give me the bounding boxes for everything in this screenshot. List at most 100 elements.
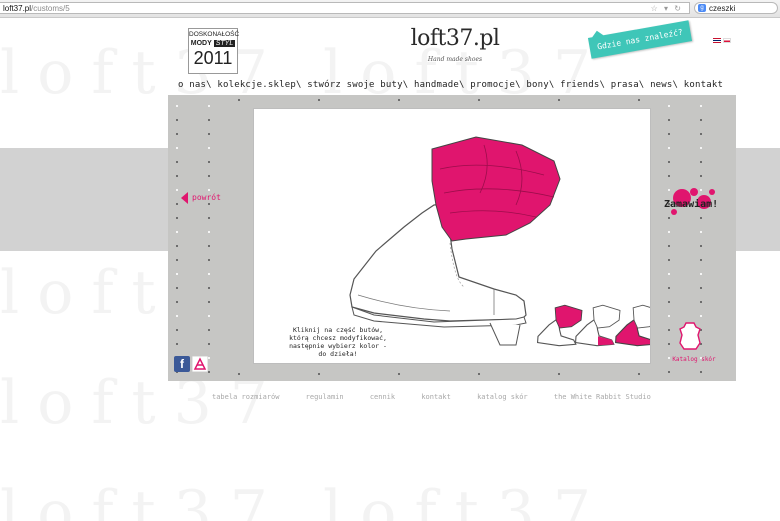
rivet	[700, 105, 702, 107]
rivet	[668, 343, 670, 345]
browser-search-input[interactable]: g czeszki	[694, 2, 778, 14]
leather-catalog-link[interactable]: Katalog skór	[664, 356, 724, 363]
rivet	[638, 373, 640, 375]
rivet	[176, 273, 178, 275]
badge-line2: MODY STYL	[190, 40, 236, 47]
footer-link-studio[interactable]: the White Rabbit Studio	[554, 393, 651, 401]
footer-links: tabela rozmiarów regulamin cennik kontak…	[212, 393, 712, 401]
star-icon[interactable]: ☆ ▾ ↻	[651, 3, 683, 15]
thumbnail-body[interactable]	[614, 304, 661, 347]
rivet	[176, 203, 178, 205]
rivet	[668, 175, 670, 177]
rivet	[208, 133, 210, 135]
customizer-hint: Kliknij na część butów, którą chcesz mod…	[274, 326, 402, 358]
location-tag-button[interactable]: Gdzie nas znaleźć?	[587, 20, 693, 59]
rivet	[176, 287, 178, 289]
nav-item-kontakt[interactable]: kontakt	[684, 80, 723, 90]
rivet	[398, 373, 400, 375]
nav-item-handmade[interactable]: handmade\	[414, 80, 465, 90]
rivet	[176, 231, 178, 233]
site-logo[interactable]: loft37.pl	[405, 26, 505, 51]
rivet	[208, 301, 210, 303]
rivet	[176, 175, 178, 177]
rivet	[700, 231, 702, 233]
rivet	[208, 357, 210, 359]
footer-link-pricing[interactable]: cennik	[370, 393, 395, 401]
rivet	[208, 217, 210, 219]
rivet	[700, 119, 702, 121]
nav-item-promocje[interactable]: promocje\	[470, 80, 521, 90]
google-icon: g	[698, 4, 706, 12]
rivet	[176, 259, 178, 261]
rivet	[668, 147, 670, 149]
browser-toolbar: loft37.pl/customs/5 ☆ ▾ ↻ g czeszki	[0, 0, 780, 18]
order-button[interactable]: Zamawiam!	[664, 199, 718, 210]
footer-link-contact[interactable]: kontakt	[421, 393, 451, 401]
rivet	[208, 245, 210, 247]
rivet	[668, 301, 670, 303]
language-switch	[713, 38, 733, 57]
nav-item-prasa[interactable]: prasa\	[611, 80, 645, 90]
nav-item-bony[interactable]: bony\	[526, 80, 554, 90]
rivet	[208, 315, 210, 317]
rivet	[668, 161, 670, 163]
back-arrow-icon[interactable]	[181, 192, 188, 204]
polish-flag-icon[interactable]	[723, 38, 731, 43]
rivet	[176, 217, 178, 219]
nav-item-news[interactable]: news\	[650, 80, 678, 90]
logo-tagline: Hand made shoes	[427, 56, 483, 63]
rivet	[700, 133, 702, 135]
rivet	[208, 175, 210, 177]
rivet	[208, 147, 210, 149]
rivet	[668, 231, 670, 233]
rivet	[478, 373, 480, 375]
rivet	[176, 189, 178, 191]
rivet	[176, 133, 178, 135]
rivet	[208, 287, 210, 289]
boot-illustration[interactable]	[254, 109, 661, 363]
footer-link-terms[interactable]: regulamin	[306, 393, 344, 401]
rivet	[208, 189, 210, 191]
nasza-klasa-icon[interactable]	[192, 356, 208, 372]
footer-link-leather[interactable]: katalog skór	[477, 393, 528, 401]
nav-item-kolekcje[interactable]: kolekcje.sklep\	[217, 80, 301, 90]
social-links: f	[174, 356, 208, 375]
rivet	[478, 99, 480, 101]
rivet	[176, 245, 178, 247]
rivet	[318, 99, 320, 101]
rivet	[700, 371, 702, 373]
boot-heel-part[interactable]	[489, 322, 521, 346]
rivet	[700, 259, 702, 261]
rivet	[668, 329, 670, 331]
address-bar[interactable]: loft37.pl/customs/5 ☆ ▾ ↻	[0, 2, 690, 14]
nav-item-o-nas[interactable]: o nas\	[178, 80, 212, 90]
rivet	[700, 147, 702, 149]
url-path: /customs/5	[31, 4, 70, 13]
rivet	[668, 371, 670, 373]
nav-item-stworz[interactable]: stwórz swoje buty\	[307, 80, 408, 90]
hint-line: do dzieła!	[318, 350, 358, 358]
shoe-canvas	[254, 109, 661, 363]
rivet	[176, 343, 178, 345]
rivet	[700, 287, 702, 289]
rivet	[176, 329, 178, 331]
award-badge: DOSKONAŁOŚĆ MODY STYL 2011	[188, 28, 239, 74]
rivet	[208, 231, 210, 233]
facebook-icon[interactable]: f	[174, 356, 190, 372]
rivet	[668, 105, 670, 107]
footer-link-sizes[interactable]: tabela rozmiarów	[212, 393, 279, 401]
rivet	[668, 133, 670, 135]
rivet	[558, 99, 560, 101]
rivet	[208, 105, 210, 107]
rivet	[208, 343, 210, 345]
rivet	[668, 287, 670, 289]
english-flag-icon[interactable]	[713, 38, 721, 43]
main-nav: o nas\ kolekcje.sklep\ stwórz swoje buty…	[178, 78, 738, 92]
rivet	[208, 329, 210, 331]
back-button[interactable]: powrót	[192, 193, 221, 202]
leather-catalog-icon[interactable]	[678, 321, 702, 351]
rivet	[238, 373, 240, 375]
nav-item-friends[interactable]: friends\	[560, 80, 605, 90]
rivet	[700, 273, 702, 275]
rivet	[668, 315, 670, 317]
